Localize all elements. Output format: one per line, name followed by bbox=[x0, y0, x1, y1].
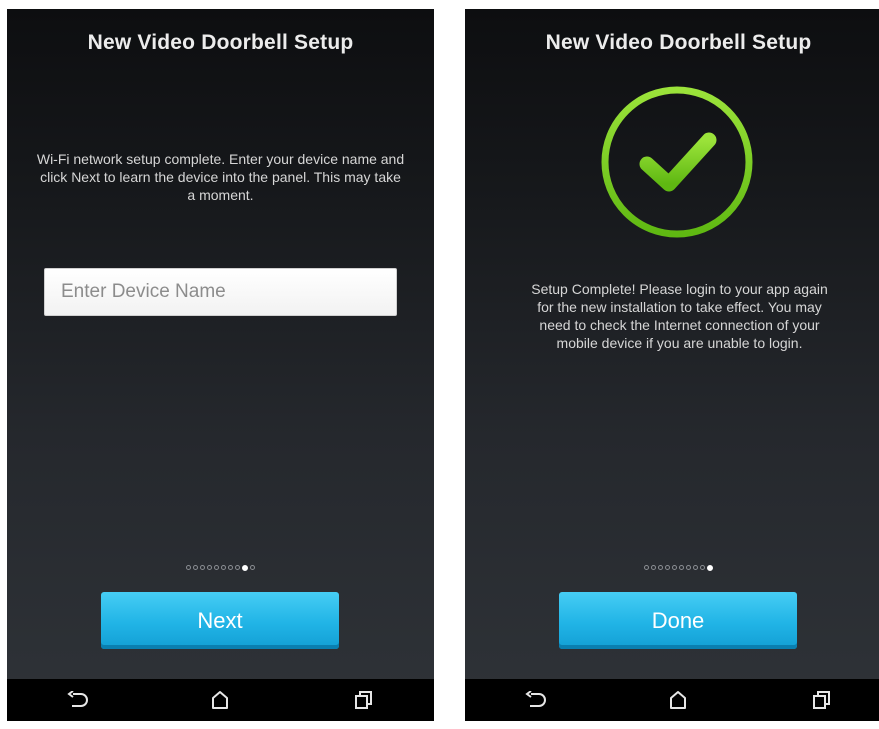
page-dot bbox=[686, 565, 691, 570]
success-checkmark-icon bbox=[599, 84, 755, 240]
page-title: New Video Doorbell Setup bbox=[87, 31, 354, 54]
page-dot bbox=[651, 565, 656, 570]
page-dot bbox=[693, 565, 698, 570]
done-button[interactable]: Done bbox=[559, 592, 797, 649]
system-nav-bar bbox=[465, 679, 879, 721]
page-dot bbox=[658, 565, 663, 570]
setup-screen-device-name: New Video Doorbell Setup Wi-Fi network s… bbox=[7, 9, 434, 721]
page-dot bbox=[186, 565, 191, 570]
page-dot bbox=[644, 565, 649, 570]
back-icon[interactable] bbox=[506, 679, 566, 721]
page-dot bbox=[700, 565, 705, 570]
page-dot bbox=[250, 565, 255, 570]
page-title: New Video Doorbell Setup bbox=[545, 31, 812, 54]
next-button[interactable]: Next bbox=[101, 592, 339, 649]
setup-screen-complete: New Video Doorbell Setup Setup Complete!… bbox=[465, 9, 879, 721]
completion-text: Setup Complete! Please login to your app… bbox=[531, 281, 828, 351]
page-dot bbox=[665, 565, 670, 570]
recent-apps-icon[interactable] bbox=[791, 679, 851, 721]
page-dot bbox=[679, 565, 684, 570]
device-name-input[interactable] bbox=[44, 268, 397, 316]
system-nav-bar bbox=[7, 679, 434, 721]
page-dot-active bbox=[242, 564, 248, 571]
page-dot bbox=[214, 565, 219, 570]
recent-apps-icon[interactable] bbox=[333, 679, 393, 721]
instruction-text: Wi-Fi network setup complete. Enter your… bbox=[36, 151, 405, 203]
page-indicator bbox=[7, 564, 434, 571]
page-dot bbox=[221, 565, 226, 570]
page-dot bbox=[207, 565, 212, 570]
page-dot-active bbox=[707, 564, 713, 571]
page-dot bbox=[193, 565, 198, 570]
page-dot bbox=[235, 565, 240, 570]
page-dot bbox=[228, 565, 233, 570]
page-dot bbox=[200, 565, 205, 570]
page-dot bbox=[672, 565, 677, 570]
home-icon[interactable] bbox=[190, 679, 250, 721]
home-icon[interactable] bbox=[648, 679, 708, 721]
page-indicator bbox=[465, 564, 879, 571]
back-icon[interactable] bbox=[48, 679, 108, 721]
